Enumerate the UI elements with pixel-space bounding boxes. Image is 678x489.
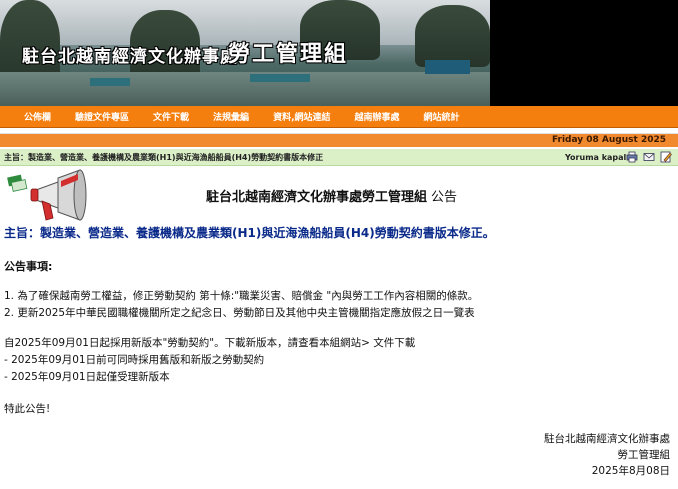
nav-statistics[interactable]: 網站統計 (424, 110, 460, 123)
signature-office: 駐台北越南經濟文化辦事處 (544, 433, 670, 445)
nav-links[interactable]: 資料,網站連結 (273, 110, 330, 123)
email-icon[interactable] (643, 151, 655, 163)
comments-status: Yoruma kapalı (565, 153, 630, 162)
adoption-line-3: - 2025年09月01日起僅受理新版本 (4, 371, 170, 383)
subject-bar-title: 主旨：製造業、營造業、養護機構及農業類(H1)與近海漁船船員(H4)勞動契約書版… (4, 153, 324, 162)
edit-icon[interactable] (660, 151, 672, 163)
announcement-item-1: 1. 為了確保越南勞工權益，修正勞動契約 第十條:"職業災害、賠償金 "內與勞工… (4, 290, 479, 302)
notice-heading-suffix: 公告 (431, 190, 458, 205)
header-banner: 駐台北越南經濟文化辦事處 勞工管理組 (0, 0, 678, 106)
main-nav: 公佈欄 驗證文件專區 文件下載 法規彙編 資料,網站連結 越南辦事處 網站統計 (0, 106, 678, 128)
nav-vietnam-office[interactable]: 越南辦事處 (354, 110, 399, 123)
announcement-label: 公告事項: (4, 260, 53, 273)
announcement-item-2: 2. 更新2025年中華民國職權機關所定之紀念日、勞動節日及其他中央主管機關指定… (4, 307, 475, 319)
notice-subject: 主旨：製造業、營造業、養護機構及農業類(H1)與近海漁船船員(H4)勞動契約書版… (4, 226, 495, 240)
current-date: Friday 08 August 2025 (551, 135, 666, 145)
flags-icon (7, 174, 28, 192)
notice-content: 駐台北越南經濟文化辦事處勞工管理組 公告 主旨：製造業、營造業、養護機構及農業類(… (0, 166, 678, 489)
notice-heading-text: 駐台北越南經濟文化辦事處勞工管理組 (206, 190, 428, 205)
subject-bar: 主旨：製造業、營造業、養護機構及農業類(H1)與近海漁船船員(H4)勞動契約書版… (0, 149, 678, 166)
print-icon[interactable] (626, 151, 638, 163)
nav-regulations[interactable]: 法規彙編 (213, 110, 249, 123)
adoption-line-1: 自2025年09月01日起採用新版本"勞動契約"。下載新版本，請查看本組網站> … (4, 337, 416, 349)
signature-group: 勞工管理組 (617, 449, 671, 461)
nav-bulletin[interactable]: 公佈欄 (24, 110, 51, 123)
banner-group-name: 勞工管理組 (228, 41, 349, 67)
notice-heading: 駐台北越南經濟文化辦事處勞工管理組 公告 (206, 186, 457, 205)
megaphone-icon (30, 169, 87, 221)
signature-date: 2025年8月08日 (591, 465, 670, 477)
date-bar: Friday 08 August 2025 (0, 133, 678, 147)
nav-verification-docs[interactable]: 驗證文件專區 (75, 110, 129, 123)
nav-downloads[interactable]: 文件下載 (153, 110, 189, 123)
adoption-line-2: - 2025年09月01日前可同時採用舊版和新版之勞動契約 (4, 354, 265, 366)
closing-text: 特此公告! (4, 403, 51, 415)
banner-office-name: 駐台北越南經濟文化辦事處 (22, 47, 238, 67)
